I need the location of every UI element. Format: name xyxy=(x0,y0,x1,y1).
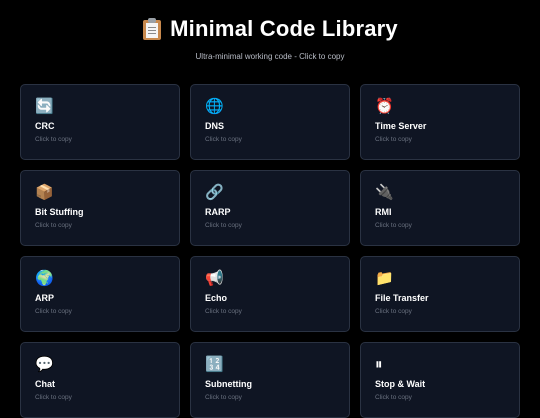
page-subtitle: Ultra-minimal working code - Click to co… xyxy=(195,52,345,61)
card-hint: Click to copy xyxy=(205,308,242,315)
card-title: DNS xyxy=(205,121,225,131)
globe-icon: 🌐 xyxy=(205,97,224,115)
folder-icon: 📁 xyxy=(375,269,394,287)
card-hint: Click to copy xyxy=(205,136,242,143)
speech-bubble-icon: 💬 xyxy=(35,355,54,373)
card-title: File Transfer xyxy=(375,293,429,303)
card-title: Time Server xyxy=(375,121,427,131)
code-card[interactable]: 🌍 ARP Click to copy xyxy=(20,256,180,332)
card-title: Chat xyxy=(35,379,55,389)
card-hint: Click to copy xyxy=(35,136,72,143)
card-hint: Click to copy xyxy=(205,394,242,401)
card-hint: Click to copy xyxy=(35,308,72,315)
package-icon: 📦 xyxy=(35,183,54,201)
code-card-grid: 🔄 CRC Click to copy 🌐 DNS Click to copy … xyxy=(20,84,520,418)
card-title: ARP xyxy=(35,293,55,303)
card-title: CRC xyxy=(35,121,55,131)
card-hint: Click to copy xyxy=(375,136,412,143)
card-title: RARP xyxy=(205,207,231,217)
code-card[interactable]: 📁 File Transfer Click to copy xyxy=(360,256,520,332)
card-title: Echo xyxy=(205,293,228,303)
code-card[interactable]: 📢 Echo Click to copy xyxy=(190,256,350,332)
earth-icon: 🌍 xyxy=(35,269,54,287)
card-title: Stop & Wait xyxy=(375,379,426,389)
link-icon: 🔗 xyxy=(205,183,224,201)
refresh-icon: 🔄 xyxy=(35,97,54,115)
code-card[interactable]: 💬 Chat Click to copy xyxy=(20,342,180,418)
card-hint: Click to copy xyxy=(35,222,72,229)
card-hint: Click to copy xyxy=(35,394,72,401)
page-title-row: Minimal Code Library xyxy=(142,16,398,42)
card-hint: Click to copy xyxy=(375,222,412,229)
megaphone-icon: 📢 xyxy=(205,269,224,287)
card-hint: Click to copy xyxy=(205,222,242,229)
code-card[interactable]: 🔗 RARP Click to copy xyxy=(190,170,350,246)
code-card[interactable]: 🌐 DNS Click to copy xyxy=(190,84,350,160)
code-card[interactable]: ⏸ Stop & Wait Click to copy xyxy=(360,342,520,418)
page-title: Minimal Code Library xyxy=(170,16,398,41)
card-title: RMI xyxy=(375,207,392,217)
code-card[interactable]: 🔌 RMI Click to copy xyxy=(360,170,520,246)
plug-icon: 🔌 xyxy=(375,183,394,201)
card-hint: Click to copy xyxy=(375,394,412,401)
code-card[interactable]: ⏰ Time Server Click to copy xyxy=(360,84,520,160)
clipboard-icon xyxy=(142,17,162,41)
numbers-icon: 🔢 xyxy=(205,355,224,373)
pause-icon: ⏸ xyxy=(375,355,383,373)
page-header: Minimal Code Library Ultra-minimal worki… xyxy=(0,0,540,61)
card-title: Bit Stuffing xyxy=(35,207,84,217)
code-card[interactable]: 🔢 Subnetting Click to copy xyxy=(190,342,350,418)
code-card[interactable]: 🔄 CRC Click to copy xyxy=(20,84,180,160)
card-title: Subnetting xyxy=(205,379,252,389)
code-card[interactable]: 📦 Bit Stuffing Click to copy xyxy=(20,170,180,246)
card-hint: Click to copy xyxy=(375,308,412,315)
alarm-clock-icon: ⏰ xyxy=(375,97,394,115)
